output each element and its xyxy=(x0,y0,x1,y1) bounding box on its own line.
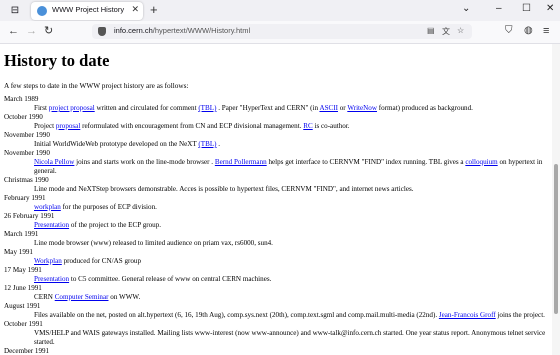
history-link[interactable]: (TBL) xyxy=(198,140,216,148)
history-text: Project xyxy=(34,122,56,130)
history-text: CERN xyxy=(34,293,55,301)
vertical-scrollbar[interactable] xyxy=(552,44,560,355)
history-text: VMS/HELP and WAIS gateways installed. Ma… xyxy=(34,329,546,346)
history-link[interactable]: WriteNow xyxy=(347,104,377,112)
history-text: or xyxy=(337,104,348,112)
history-date: October 1991 xyxy=(4,320,43,328)
tab-strip: ⊟ WWW Project History ✕ + ⌄ – ☐ ✕ xyxy=(0,0,560,21)
history-date: 17 May 1991 xyxy=(4,266,42,274)
history-text: Line mode and NeXTStep browsers demonstr… xyxy=(34,185,414,193)
history-description: Initial WorldWideWeb prototype developed… xyxy=(34,140,552,149)
history-link[interactable]: Bernd Pollermann xyxy=(215,158,267,166)
site-info-icon[interactable] xyxy=(98,27,106,36)
history-text: Files available on the net, posted on al… xyxy=(34,311,439,319)
extensions-icon[interactable]: ⛉ xyxy=(505,25,513,37)
address-bar[interactable]: info.cern.ch/hypertext/WWW/History.html … xyxy=(92,24,472,39)
account-icon[interactable]: ◍ xyxy=(524,25,533,37)
history-text: Line mode browser (www) released to limi… xyxy=(34,239,273,247)
tab-overflow-icon[interactable]: ⌄ xyxy=(462,3,470,14)
history-date: August 1991 xyxy=(4,302,41,310)
browser-window: ⊟ WWW Project History ✕ + ⌄ – ☐ ✕ ← → ↻ … xyxy=(0,0,560,355)
history-date: 26 February 1991 xyxy=(4,212,55,220)
reload-button[interactable]: ↻ xyxy=(44,25,53,37)
history-description: Nicola Pellow joins and starts work on t… xyxy=(34,158,552,176)
translate-icon[interactable]: 文 xyxy=(442,26,450,37)
history-text: First xyxy=(34,104,49,112)
history-text: produced for CN/AS group xyxy=(61,257,141,265)
history-text: to C5 committee. General release of www … xyxy=(69,275,272,283)
history-text: written and circulated for comment xyxy=(94,104,199,112)
history-text: for the purposes of ECP division. xyxy=(60,203,157,211)
back-button[interactable]: ← xyxy=(8,25,19,37)
history-text: Initial WorldWideWeb prototype developed… xyxy=(34,140,199,148)
history-link[interactable]: project proposal xyxy=(49,104,95,112)
tab-title: WWW Project History xyxy=(52,5,125,14)
history-description: Workplan produced for CN/AS group xyxy=(34,257,552,266)
history-text: helps get interface to CERNVM "FIND" ind… xyxy=(266,158,466,166)
history-date: February 1991 xyxy=(4,194,46,202)
history-text: on WWW. xyxy=(108,293,141,301)
history-link[interactable]: Workplan xyxy=(34,257,62,265)
history-description: VMS/HELP and WAIS gateways installed. Ma… xyxy=(34,329,552,347)
history-description: workplan for the purposes of ECP divisio… xyxy=(34,203,552,212)
tab-list-icon[interactable]: ⊟ xyxy=(8,4,22,18)
tab-close-icon[interactable]: ✕ xyxy=(131,4,139,15)
history-text: format) produced as background. xyxy=(376,104,473,112)
history-link[interactable]: ASCII xyxy=(319,104,338,112)
history-text: joins and starts work on the line-mode b… xyxy=(74,158,215,166)
maximize-button[interactable]: ☐ xyxy=(522,3,531,14)
history-description: First project proposal written and circu… xyxy=(34,104,552,113)
history-description: Presentation to C5 committee. General re… xyxy=(34,275,552,284)
scrollbar-thumb[interactable] xyxy=(554,164,558,314)
history-link[interactable]: (TBL) xyxy=(198,104,216,112)
globe-icon xyxy=(37,6,47,16)
navigation-bar: ← → ↻ info.cern.ch/hypertext/WWW/History… xyxy=(0,21,560,44)
menu-button[interactable]: ≡ xyxy=(543,25,549,37)
history-description: Line mode browser (www) released to limi… xyxy=(34,239,552,248)
history-link[interactable]: Nicola Pellow xyxy=(34,158,74,166)
intro-text: A few steps to date in the WWW project h… xyxy=(4,81,189,90)
history-date: Christmas 1990 xyxy=(4,176,49,184)
history-list: March 1989 First project proposal written… xyxy=(4,95,552,355)
minimize-button[interactable]: – xyxy=(496,3,502,14)
history-link[interactable]: Presentation xyxy=(34,275,69,283)
history-date: October 1990 xyxy=(4,113,43,121)
history-link[interactable]: proposal xyxy=(56,122,80,130)
history-text: is co-author. xyxy=(312,122,350,130)
history-text: joins the project. xyxy=(495,311,545,319)
new-tab-button[interactable]: + xyxy=(150,2,158,17)
history-link[interactable]: RC xyxy=(303,122,312,130)
history-description: Project proposal reformulated with encou… xyxy=(34,122,552,131)
history-description: CERN Computer Seminar on WWW. xyxy=(34,293,552,302)
history-date: May 1991 xyxy=(4,248,33,256)
history-link[interactable]: colloquium xyxy=(465,158,497,166)
history-date: 12 June 1991 xyxy=(4,284,42,292)
reader-view-icon[interactable]: ▤ xyxy=(427,26,435,35)
history-link[interactable]: Jean-Francois Groff xyxy=(439,311,496,319)
history-date: March 1991 xyxy=(4,230,39,238)
history-date: November 1990 xyxy=(4,149,50,157)
history-link[interactable]: Presentation xyxy=(34,221,69,229)
tab-active[interactable]: WWW Project History ✕ xyxy=(31,2,143,20)
history-date: November 1990 xyxy=(4,131,50,139)
page-content: History to date A few steps to date in t… xyxy=(0,44,552,355)
history-date: March 1989 xyxy=(4,95,39,103)
page-title: History to date xyxy=(4,51,110,70)
history-text: of the project to the ECP group. xyxy=(69,221,162,229)
forward-button[interactable]: → xyxy=(26,25,37,37)
history-description: Files available on the net, posted on al… xyxy=(34,311,552,320)
history-date: December 1991 xyxy=(4,347,50,355)
url-text[interactable]: info.cern.ch/hypertext/WWW/History.html xyxy=(114,26,250,35)
history-link[interactable]: workplan xyxy=(34,203,61,211)
history-text: . xyxy=(216,140,221,148)
history-text: . Paper "HyperText and CERN" (in xyxy=(216,104,320,112)
history-text: reformulated with encouragement from CN … xyxy=(80,122,304,130)
bookmark-star-icon[interactable]: ☆ xyxy=(457,26,464,35)
history-description: Line mode and NeXTStep browsers demonstr… xyxy=(34,185,552,194)
history-description: Presentation of the project to the ECP g… xyxy=(34,221,552,230)
close-window-button[interactable]: ✕ xyxy=(546,3,554,14)
history-link[interactable]: Computer Seminar xyxy=(55,293,109,301)
